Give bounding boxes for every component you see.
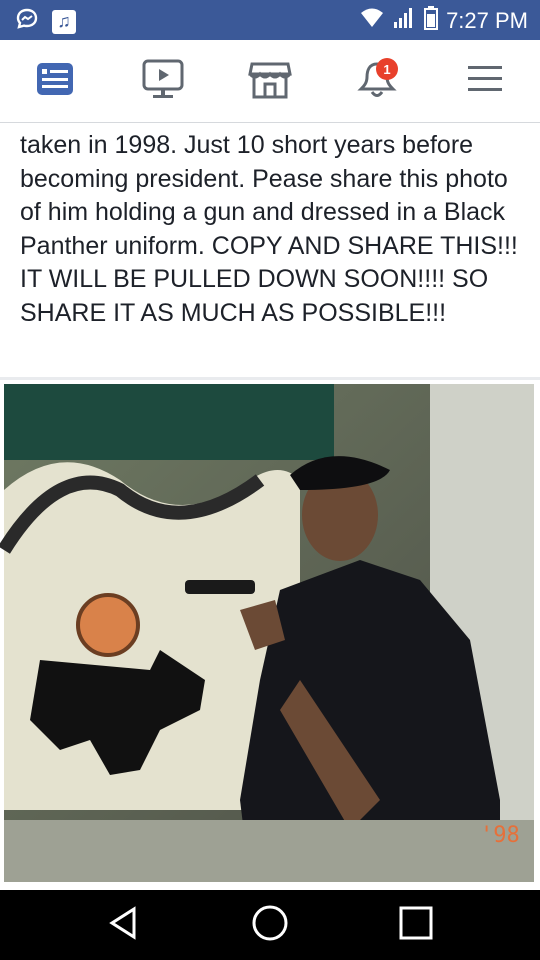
status-time: 7:27 PM bbox=[446, 7, 528, 33]
recents-icon bbox=[398, 905, 434, 946]
post-text-container: taken in 1998. Just 10 short years befor… bbox=[0, 123, 540, 377]
hamburger-menu-icon bbox=[465, 62, 505, 101]
home-icon bbox=[251, 904, 289, 947]
video-play-icon bbox=[141, 58, 185, 105]
nav-watch[interactable] bbox=[138, 56, 188, 106]
battery-icon bbox=[424, 6, 439, 35]
recents-button[interactable] bbox=[388, 902, 444, 948]
nav-news-feed[interactable] bbox=[30, 56, 80, 106]
photo-image: '98 bbox=[0, 384, 534, 882]
post-photo[interactable]: '98 bbox=[0, 380, 540, 890]
messenger-icon bbox=[14, 6, 40, 37]
marketplace-store-icon bbox=[248, 58, 292, 105]
back-icon bbox=[106, 905, 142, 946]
android-navigation-bar bbox=[0, 890, 540, 960]
music-app-icon: ♫ bbox=[52, 9, 76, 34]
back-button[interactable] bbox=[96, 902, 152, 948]
wifi-icon bbox=[360, 7, 384, 34]
post-body-text: taken in 1998. Just 10 short years befor… bbox=[20, 131, 518, 327]
nav-menu[interactable] bbox=[460, 56, 510, 106]
nav-notifications[interactable]: 1 bbox=[352, 56, 402, 106]
notification-badge: 1 bbox=[376, 58, 398, 80]
home-button[interactable] bbox=[242, 902, 298, 948]
photo-date-stamp: '98 bbox=[480, 823, 520, 848]
signal-icon bbox=[392, 6, 416, 35]
top-navigation: 1 bbox=[0, 40, 540, 123]
nav-marketplace[interactable] bbox=[245, 56, 295, 106]
status-bar: ♫ 7:27 PM bbox=[0, 0, 540, 40]
news-feed-icon bbox=[35, 61, 75, 102]
